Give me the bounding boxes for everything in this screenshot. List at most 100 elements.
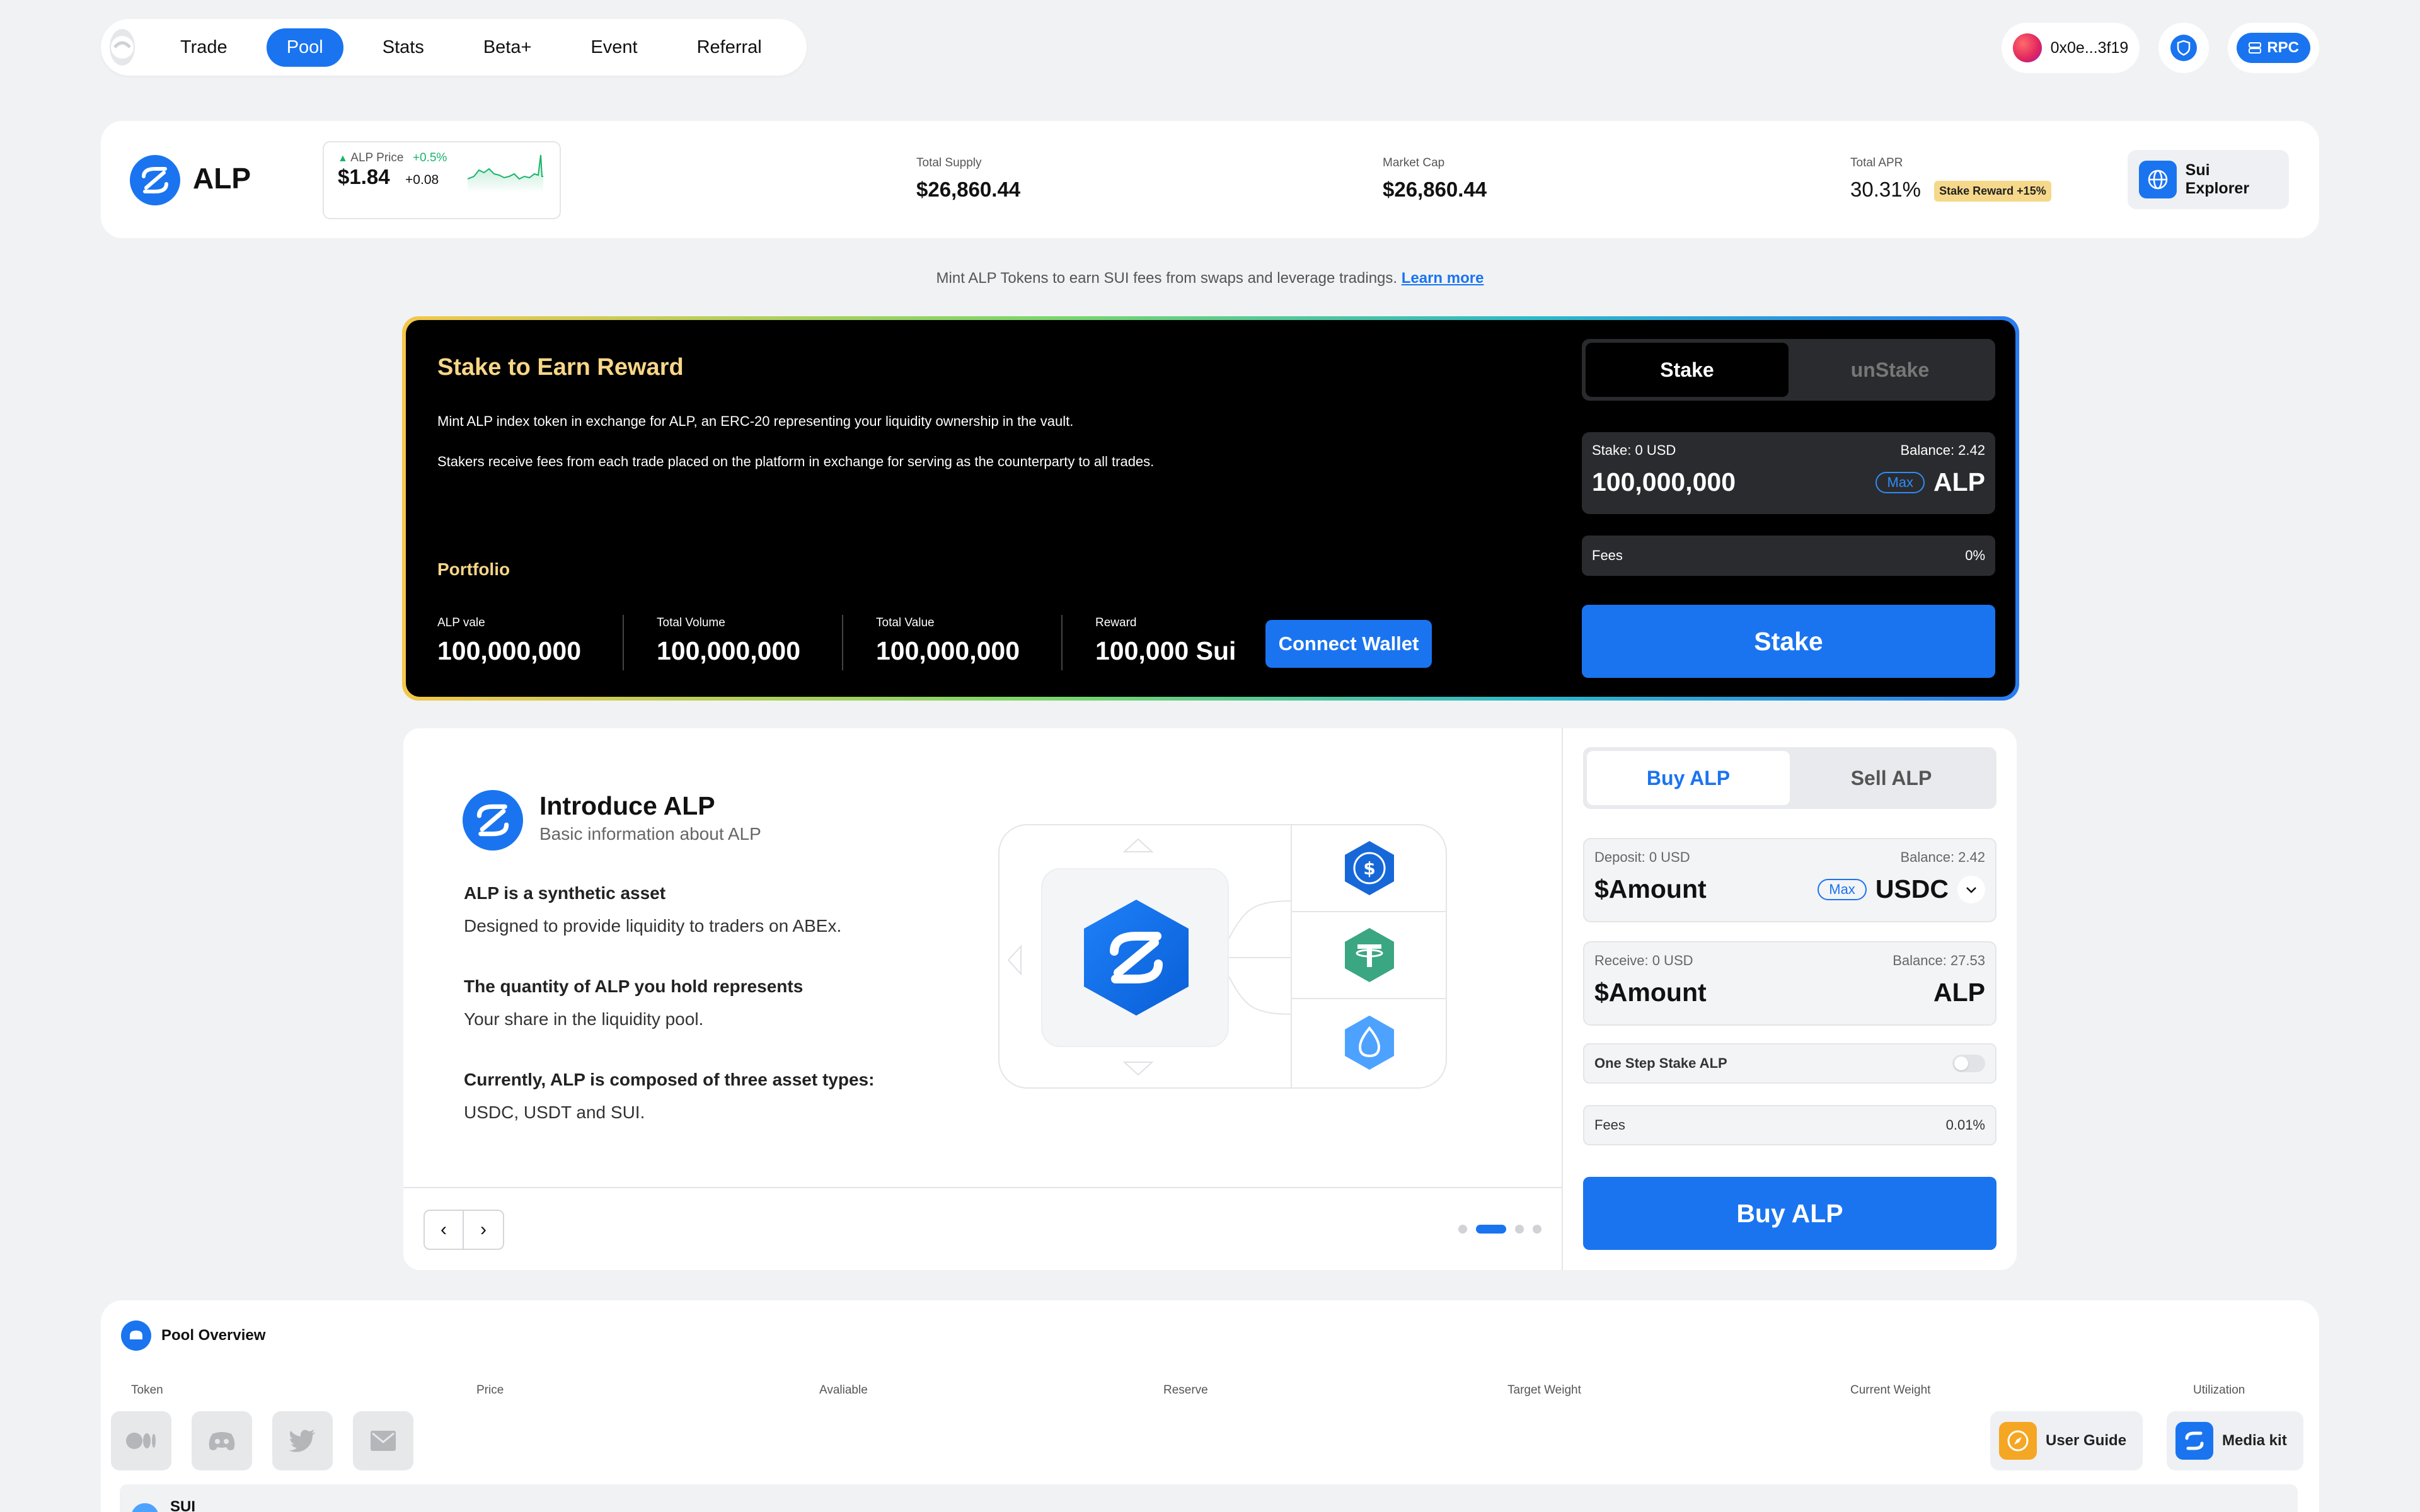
usdc-icon: $: [1345, 841, 1394, 895]
portfolio-stat-label: Total Volume: [657, 616, 725, 629]
token-select-button[interactable]: [1957, 875, 1985, 903]
carousel-dot[interactable]: [1476, 1225, 1506, 1234]
price-card: ▲ ALP Price +0.5% $1.84 +0.08: [323, 141, 561, 219]
rpc-chip[interactable]: RPC: [2228, 23, 2319, 73]
stake-token-label: ALP: [1933, 467, 1985, 496]
connect-wallet-button[interactable]: Connect Wallet: [1265, 620, 1432, 668]
shield-button[interactable]: [2158, 23, 2210, 73]
nav-pool[interactable]: Pool: [266, 28, 343, 67]
nav-trade[interactable]: Trade: [160, 28, 248, 67]
learn-more-link[interactable]: Learn more: [1402, 270, 1484, 287]
wallet-chip[interactable]: 0x0e...3f19: [2001, 23, 2140, 73]
nav-event[interactable]: Event: [570, 28, 657, 67]
sui-icon: [1345, 1016, 1394, 1070]
one-step-stake-row: One Step Stake ALP: [1583, 1043, 1997, 1084]
buy-fees-label: Fees: [1594, 1117, 1625, 1133]
tab-unstake[interactable]: unStake: [1789, 343, 1991, 397]
mail-link[interactable]: [353, 1411, 413, 1470]
stake-amount-input[interactable]: 100,000,000: [1592, 467, 1736, 497]
wallet-address: 0x0e...3f19: [2050, 38, 2129, 57]
col-utilization: Utilization: [2193, 1383, 2245, 1397]
col-target-weight: Target Weight: [1507, 1383, 1581, 1397]
price-delta: +0.08: [405, 173, 439, 187]
intro-subtitle: Basic information about ALP: [539, 824, 761, 844]
carousel-dots: [1458, 1225, 1541, 1234]
intro-answer: USDC, USDT and SUI.: [464, 1102, 645, 1122]
arrow-left-icon: [1007, 944, 1022, 976]
price-change-pct: +0.5%: [412, 151, 447, 164]
stake-balance-label: Balance: 2.42: [1900, 442, 1985, 458]
stake-fees-row: Fees 0%: [1582, 536, 1995, 576]
carousel-footer: ‹ ›: [403, 1187, 1563, 1270]
nav-referral[interactable]: Referral: [677, 28, 782, 67]
medium-link[interactable]: [111, 1411, 171, 1470]
rpc-button[interactable]: RPC: [2237, 33, 2310, 63]
price-label: ALP Price: [350, 151, 404, 164]
twitter-link[interactable]: [272, 1411, 333, 1470]
portfolio-stat-value: 100,000,000: [876, 636, 1020, 665]
alp-hex-icon: [1084, 900, 1189, 1016]
divider: [842, 615, 843, 670]
pool-overview-header: Pool Overview: [121, 1320, 265, 1351]
sui-token-icon: [131, 1503, 159, 1512]
deposit-balance-label: Balance: 2.42: [1900, 849, 1985, 865]
chevron-left-icon: ‹: [441, 1219, 447, 1240]
intro-answer: Designed to provide liquidity to traders…: [464, 916, 842, 936]
top-nav: Trade Pool Stats Beta+ Event Referral: [101, 19, 807, 76]
stake-desc-2: Stakers receive fees from each trade pla…: [437, 454, 1155, 469]
token-name: ALP: [193, 162, 251, 195]
stake-button[interactable]: Stake: [1582, 605, 1995, 678]
apr-value: 30.31%: [1850, 178, 1921, 201]
app-logo[interactable]: [110, 29, 135, 66]
nav-beta[interactable]: Beta+: [463, 28, 552, 67]
stake-fees-label: Fees: [1592, 547, 1623, 563]
deposit-token-label: USDC: [1875, 874, 1949, 903]
one-step-stake-toggle[interactable]: [1952, 1055, 1985, 1072]
discord-link[interactable]: [192, 1411, 252, 1470]
deposit-input-box: Deposit: 0 USD Balance: 2.42 $Amount Max…: [1583, 838, 1997, 922]
tab-stake[interactable]: Stake: [1586, 343, 1789, 397]
stake-max-button[interactable]: Max: [1876, 471, 1925, 493]
buy-alp-button[interactable]: Buy ALP: [1583, 1177, 1997, 1250]
asset-cell: [1292, 999, 1447, 1086]
media-kit-label: Media kit: [2222, 1432, 2287, 1449]
user-guide-label: User Guide: [2046, 1432, 2127, 1449]
table-row[interactable]: SUI: [120, 1484, 2298, 1512]
prev-button[interactable]: ‹: [424, 1210, 464, 1250]
wallet-avatar: [2012, 33, 2042, 62]
stake-title: Stake to Earn Reward: [437, 354, 684, 381]
svg-text:$: $: [1363, 858, 1375, 879]
discord-icon: [209, 1432, 235, 1450]
receive-amount-input[interactable]: $Amount: [1594, 978, 1707, 1007]
media-kit-button[interactable]: Media kit: [2167, 1411, 2303, 1470]
connector-lines: [1229, 900, 1292, 1015]
apr-stat: Total APR 30.31% Stake Reward +15%: [1850, 156, 2051, 202]
asset-cell: [1292, 912, 1447, 999]
carousel-dot[interactable]: [1515, 1225, 1524, 1234]
media-kit-icon: [2175, 1422, 2213, 1460]
rpc-label: RPC: [2267, 39, 2299, 56]
intro-carousel: Introduce ALP Basic information about AL…: [403, 728, 1563, 1270]
compass-icon: [1999, 1422, 2037, 1460]
next-button[interactable]: ›: [464, 1210, 504, 1250]
nav-stats[interactable]: Stats: [362, 28, 444, 67]
apr-label: Total APR: [1850, 156, 1903, 169]
globe-icon: [2139, 161, 2177, 198]
total-supply-label: Total Supply: [916, 156, 982, 169]
col-reserve: Reserve: [1163, 1383, 1208, 1397]
price-value: $1.84: [338, 165, 390, 188]
user-guide-button[interactable]: User Guide: [1990, 1411, 2143, 1470]
sui-explorer-label: Sui Explorer: [2185, 161, 2250, 197]
portfolio-reward: Reward 100,000 Sui: [1095, 616, 1236, 666]
sui-explorer-button[interactable]: Sui Explorer: [2128, 150, 2289, 209]
carousel-dot[interactable]: [1533, 1225, 1541, 1234]
receive-token-label: ALP: [1933, 978, 1985, 1007]
deposit-max-button[interactable]: Max: [1818, 878, 1867, 900]
portfolio-stat-value: 100,000 Sui: [1095, 636, 1236, 665]
mint-info: Mint ALP Tokens to earn SUI fees from sw…: [0, 270, 2420, 287]
carousel-dot[interactable]: [1458, 1225, 1467, 1234]
deposit-usd-label: Deposit: 0 USD: [1594, 849, 1690, 865]
tab-buy-alp[interactable]: Buy ALP: [1587, 751, 1790, 805]
deposit-amount-input[interactable]: $Amount: [1594, 874, 1707, 904]
tab-sell-alp[interactable]: Sell ALP: [1790, 751, 1993, 805]
